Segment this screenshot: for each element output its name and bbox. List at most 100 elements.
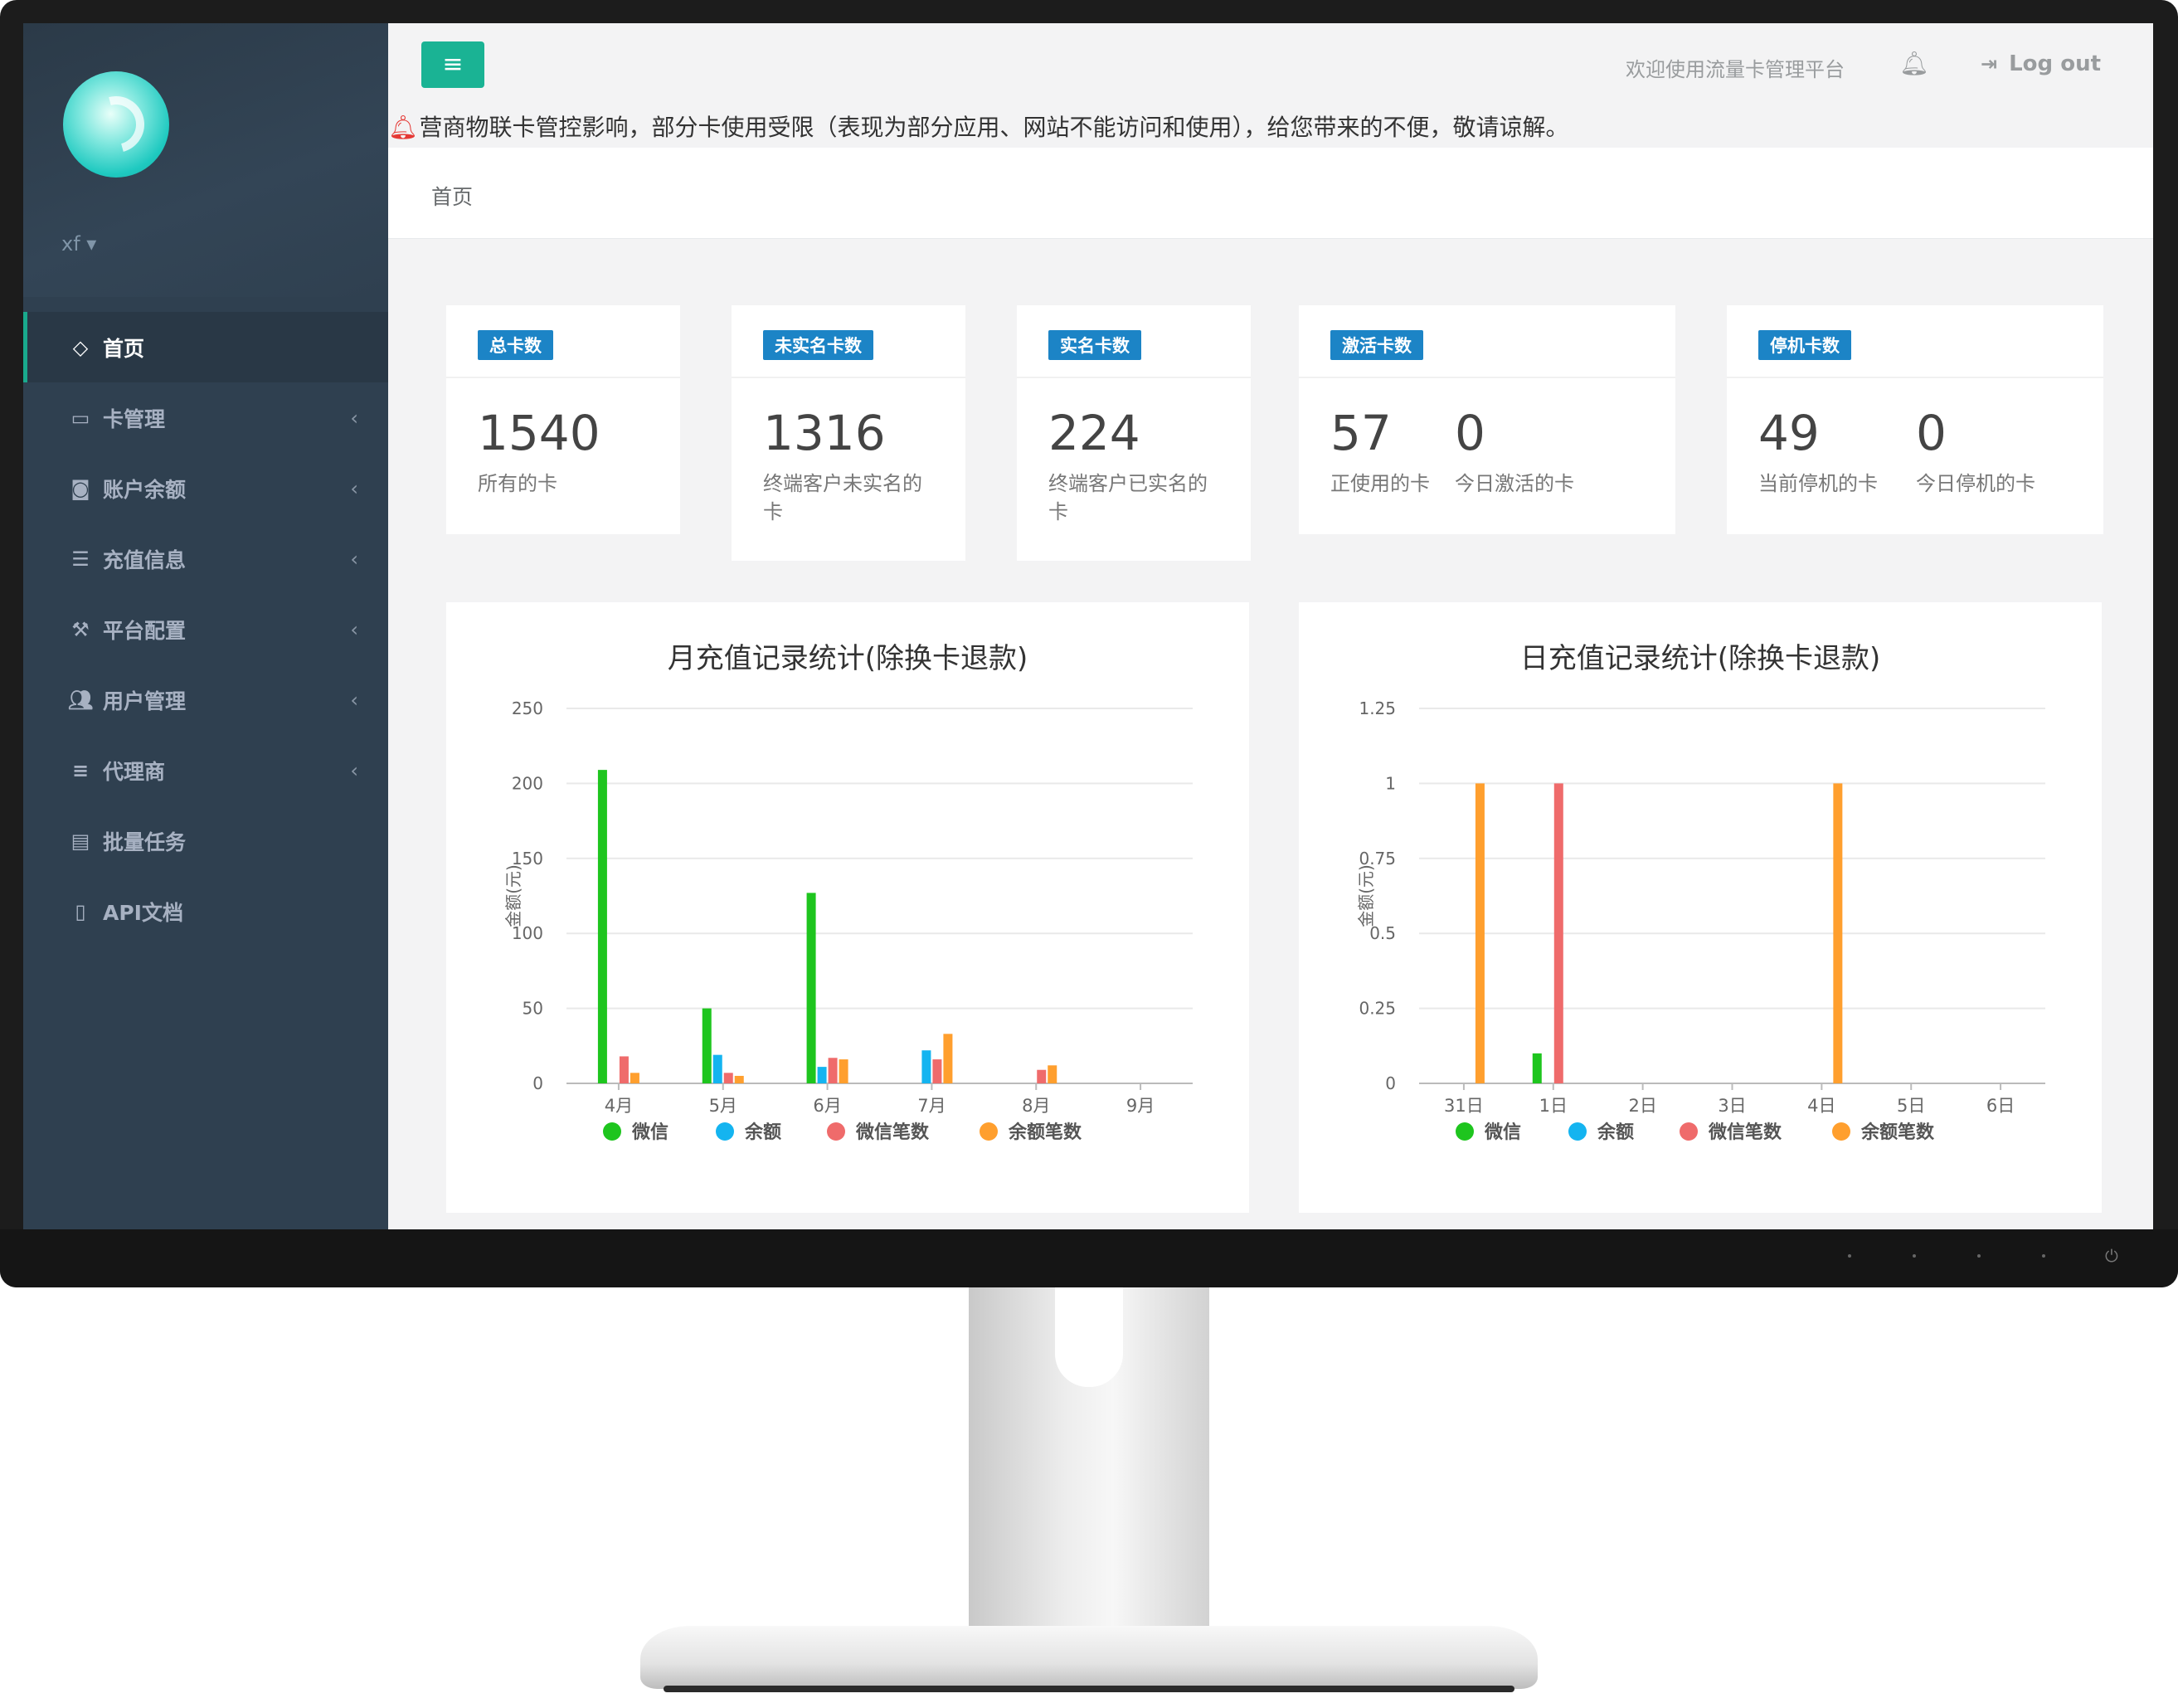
bar-2 bbox=[828, 1058, 838, 1083]
daily-chart: 00.250.50.7511.25金额(元)31日 1日 2日 3日 4日 5日 6日微信余… bbox=[1356, 698, 2045, 1143]
bar-0 bbox=[806, 893, 816, 1083]
sidebar-item-6[interactable]: ≡ 代理商 ‹ bbox=[23, 735, 388, 805]
y-tick-label: 250 bbox=[512, 698, 543, 718]
logout-button[interactable]: ⇥ Log out bbox=[1981, 51, 2101, 76]
credit-card-icon: ▭ bbox=[70, 406, 90, 430]
chevron-left-icon: ‹ bbox=[350, 617, 358, 641]
monitor-button bbox=[1913, 1254, 1916, 1258]
bell-icon[interactable]: 🔔︎ bbox=[1899, 50, 1929, 77]
legend-label[interactable]: 微信 bbox=[1484, 1122, 1521, 1143]
monitor-stand-edge bbox=[664, 1686, 1514, 1692]
legend-label[interactable]: 微信笔数 bbox=[1708, 1122, 1782, 1143]
stat-value: 57 bbox=[1330, 405, 1392, 461]
legend-label[interactable]: 余额笔数 bbox=[1008, 1122, 1082, 1143]
bar-2 bbox=[932, 1059, 942, 1083]
tasks-icon: ▤ bbox=[70, 829, 90, 853]
y-tick-label: 0.25 bbox=[1359, 999, 1396, 1019]
legend-label[interactable]: 余额 bbox=[744, 1122, 781, 1143]
users-icon: 👥︎ bbox=[67, 688, 94, 712]
user-name: xf bbox=[61, 232, 80, 255]
x-tick-label: 1日 bbox=[1539, 1096, 1568, 1116]
legend-label[interactable]: 微信 bbox=[631, 1122, 668, 1143]
bar-3 bbox=[839, 1059, 848, 1083]
sidebar-item-5[interactable]: 👥︎ 用户管理 ‹ bbox=[23, 664, 388, 735]
sidebar-item-label: 充值信息 bbox=[103, 547, 187, 572]
stat-label: 今日激活的卡 bbox=[1455, 472, 1574, 495]
legend-marker bbox=[827, 1122, 845, 1141]
monitor-chin: ⏻ bbox=[0, 1229, 2178, 1287]
main-content: ≡ 欢迎使用流量卡管理平台 🔔︎ ⇥ Log out 🔔︎营商物联卡管控影响，部分… bbox=[388, 23, 2153, 1229]
notice-text: 营商物联卡管控影响，部分卡使用受限（表现为部分应用、网站不能访问和使用），给您带… bbox=[419, 114, 1569, 141]
sidebar-item-8[interactable]: ▯ API文档 bbox=[23, 876, 388, 946]
stat-header: 总卡数 bbox=[446, 305, 680, 378]
bar-2 bbox=[619, 1056, 629, 1083]
logo-swirl bbox=[77, 85, 155, 163]
x-tick-label: 31日 bbox=[1444, 1096, 1484, 1116]
sidebar-item-label: 卡管理 bbox=[103, 406, 166, 431]
power-icon: ⏻ bbox=[2105, 1246, 2118, 1266]
x-tick-label: 4月 bbox=[605, 1096, 633, 1116]
stat-header: 激活卡数 bbox=[1299, 305, 1675, 378]
stat-label: 终端客户未实名的卡 bbox=[763, 472, 922, 523]
x-tick-label: 3日 bbox=[1718, 1096, 1746, 1116]
screen: xf ▾ ◇ 首页 ▭ 卡管理 ‹ ◙ 账户余额 ‹ ☰ 充值信息 ‹ ⚒ 平台配置 ‹ 👥︎ 用户管理 ‹ ≡ 代… bbox=[23, 23, 2153, 1229]
money-icon: ◙ bbox=[70, 476, 90, 500]
y-tick-label: 1.25 bbox=[1359, 698, 1396, 718]
legend-label[interactable]: 余额笔数 bbox=[1860, 1122, 1935, 1143]
stat-header: 未实名卡数 bbox=[732, 305, 965, 378]
sidebar-item-2[interactable]: ◙ 账户余额 ‹ bbox=[23, 453, 388, 523]
bar-0 bbox=[1532, 1053, 1542, 1083]
sidebar-item-label: 代理商 bbox=[103, 759, 166, 784]
chevron-left-icon: ‹ bbox=[350, 476, 358, 500]
caret-down-icon: ▾ bbox=[80, 232, 97, 255]
menu-toggle-button[interactable]: ≡ bbox=[421, 41, 484, 88]
sidebar-item-label: 平台配置 bbox=[103, 618, 187, 643]
sidebar-item-label: 批量任务 bbox=[103, 830, 187, 854]
sidebar-item-4[interactable]: ⚒ 平台配置 ‹ bbox=[23, 594, 388, 664]
stat-value: 1316 bbox=[763, 405, 886, 461]
stat-label: 当前停机的卡 bbox=[1758, 472, 1878, 495]
bar-2 bbox=[1037, 1069, 1047, 1083]
bar-1 bbox=[817, 1067, 827, 1083]
y-tick-label: 0 bbox=[1385, 1073, 1396, 1093]
legend-label[interactable]: 微信笔数 bbox=[855, 1122, 930, 1143]
notice-banner: 🔔︎营商物联卡管控影响，部分卡使用受限（表现为部分应用、网站不能访问和使用），给… bbox=[388, 109, 1569, 143]
daily-chart-panel: 日充值记录统计(除换卡退款) 0 0.25 0.5 0.75 1 1.25 金额(元) 31日… bbox=[1299, 602, 2102, 1213]
file-icon: ▯ bbox=[75, 899, 86, 923]
logout-label: Log out bbox=[2009, 51, 2102, 76]
bar-2 bbox=[723, 1073, 733, 1083]
legend-marker bbox=[1568, 1122, 1587, 1141]
x-tick-label: 5月 bbox=[709, 1096, 737, 1116]
x-tick-label: 8月 bbox=[1022, 1096, 1050, 1116]
monitor-button bbox=[1977, 1254, 1981, 1258]
y-tick-label: 200 bbox=[512, 773, 543, 793]
sidebar-item-1[interactable]: ▭ 卡管理 ‹ bbox=[23, 382, 388, 453]
y-axis-label: 金额(元) bbox=[1356, 864, 1376, 927]
breadcrumb[interactable]: 首页 bbox=[431, 181, 473, 211]
sidebar-item-7[interactable]: ▤ 批量任务 bbox=[23, 805, 388, 876]
bar-3 bbox=[1475, 783, 1485, 1083]
user-dropdown[interactable]: xf ▾ bbox=[61, 232, 96, 255]
stat-card: 总卡数 1540 所有的卡 bbox=[446, 305, 680, 534]
sidebar-item-3[interactable]: ☰ 充值信息 ‹ bbox=[23, 523, 388, 594]
sign-out-icon: ⇥ bbox=[1981, 52, 1998, 75]
bar-0 bbox=[702, 1008, 712, 1083]
legend-marker bbox=[1456, 1122, 1474, 1141]
stat-value: 0 bbox=[1455, 405, 1485, 461]
logo bbox=[63, 71, 169, 178]
bar-2 bbox=[1553, 783, 1563, 1083]
stat-card: 激活卡数 57 正使用的卡 0 今日激活的卡 bbox=[1299, 305, 1675, 534]
monthly-chart: 050100150200250金额(元)4月 5月 6月 7月 8月 9月微信 余额 微信笔数… bbox=[503, 698, 1193, 1143]
stat-value: 0 bbox=[1916, 405, 1947, 461]
monitor-stand-base bbox=[640, 1626, 1538, 1689]
legend-marker bbox=[603, 1122, 621, 1141]
stat-card: 未实名卡数 1316 终端客户未实名的卡 bbox=[732, 305, 965, 561]
x-tick-label: 5日 bbox=[1897, 1096, 1925, 1116]
bar-1 bbox=[921, 1050, 931, 1083]
stat-label: 终端客户已实名的卡 bbox=[1048, 472, 1208, 523]
hamburger-icon: ≡ bbox=[442, 50, 464, 79]
legend-label[interactable]: 余额 bbox=[1597, 1122, 1634, 1143]
bar-3 bbox=[630, 1073, 639, 1083]
y-axis-label: 金额(元) bbox=[503, 864, 523, 927]
sidebar-item-0[interactable]: ◇ 首页 bbox=[23, 312, 388, 382]
